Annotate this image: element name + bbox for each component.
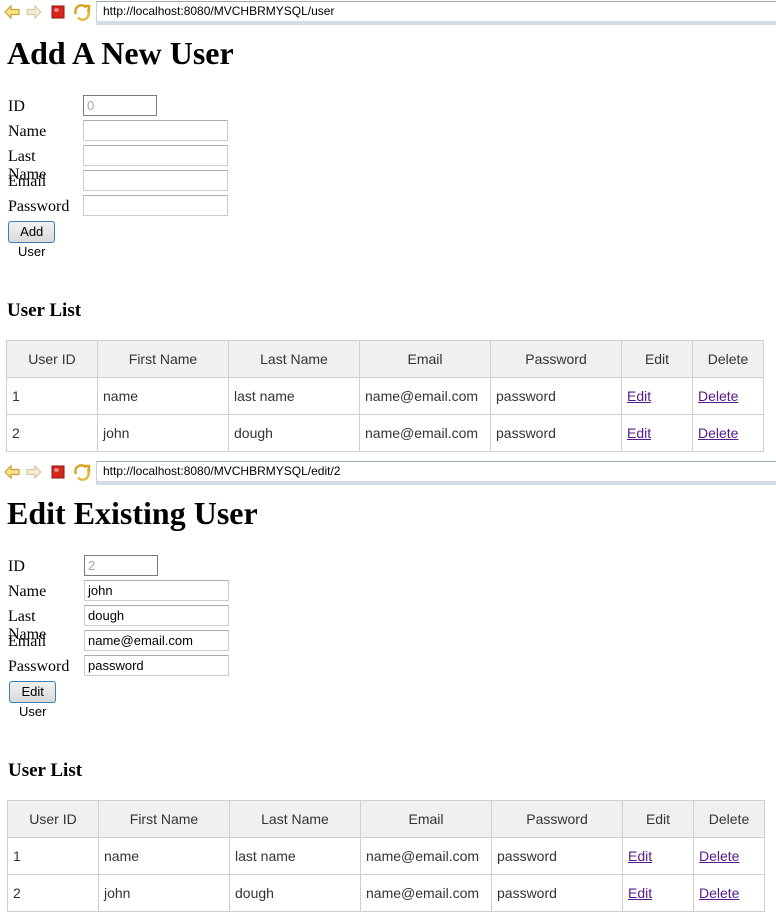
last-name-field[interactable]: [83, 145, 228, 166]
table-header-row: User ID First Name Last Name Email Passw…: [6, 340, 764, 378]
refresh-icon[interactable]: [72, 2, 92, 22]
stop-icon[interactable]: [48, 462, 68, 482]
user-list-title: User List: [8, 760, 83, 781]
column-header-user-id: User ID: [7, 800, 99, 838]
table-header-row: User ID First Name Last Name Email Passw…: [7, 800, 765, 838]
edit-user-button[interactable]: Edit User: [9, 681, 57, 719]
back-arrow-icon[interactable]: [2, 462, 22, 482]
cell-delete: Delete: [692, 377, 764, 415]
user-list-title: User List: [7, 300, 82, 321]
cell-email: name@email.com: [360, 874, 492, 912]
toolbar-divider: [96, 481, 776, 485]
back-arrow-icon[interactable]: [2, 2, 22, 22]
cell-user-id: 1: [7, 837, 99, 875]
cell-edit: Edit: [622, 874, 694, 912]
cell-first-name: name: [98, 837, 230, 875]
panel-add-user: http://localhost:8080/MVCHBRMYSQL/user A…: [0, 0, 776, 460]
cell-first-name: name: [97, 377, 229, 415]
cell-last-name: dough: [229, 874, 361, 912]
cell-user-id: 2: [6, 414, 98, 452]
add-user-button[interactable]: Add User: [8, 221, 56, 259]
email-field[interactable]: [83, 170, 228, 191]
table-row: 1 name last name name@email.com password…: [6, 377, 764, 415]
column-header-delete: Delete: [693, 800, 765, 838]
toolbar-divider: [96, 21, 776, 25]
id-field: 0: [83, 95, 157, 116]
delete-link[interactable]: Delete: [699, 848, 739, 864]
password-field[interactable]: [83, 195, 228, 216]
id-label: ID: [8, 98, 25, 115]
address-bar[interactable]: http://localhost:8080/MVCHBRMYSQL/user: [96, 1, 776, 21]
name-label: Name: [8, 123, 47, 140]
email-field[interactable]: name@email.com: [84, 630, 229, 651]
cell-password: password: [490, 414, 622, 452]
column-header-first-name: First Name: [97, 340, 229, 378]
column-header-user-id: User ID: [6, 340, 98, 378]
cell-user-id: 1: [6, 377, 98, 415]
cell-edit: Edit: [622, 837, 694, 875]
delete-link[interactable]: Delete: [698, 425, 738, 441]
column-header-edit: Edit: [621, 340, 693, 378]
browser-toolbar: http://localhost:8080/MVCHBRMYSQL/user: [0, 0, 776, 25]
email-label: Email: [8, 173, 47, 190]
cell-last-name: last name: [228, 377, 360, 415]
cell-email: name@email.com: [359, 414, 491, 452]
delete-link[interactable]: Delete: [698, 388, 738, 404]
column-header-delete: Delete: [692, 340, 764, 378]
id-field: 2: [84, 555, 158, 576]
name-label: Name: [8, 583, 47, 600]
forward-arrow-icon[interactable]: [24, 462, 44, 482]
column-header-last-name: Last Name: [229, 800, 361, 838]
column-header-password: Password: [490, 340, 622, 378]
last-name-field[interactable]: dough: [84, 605, 229, 626]
delete-link[interactable]: Delete: [699, 885, 739, 901]
column-header-last-name: Last Name: [228, 340, 360, 378]
column-header-edit: Edit: [622, 800, 694, 838]
cell-last-name: last name: [229, 837, 361, 875]
column-header-email: Email: [360, 800, 492, 838]
address-bar[interactable]: http://localhost:8080/MVCHBRMYSQL/edit/2: [96, 461, 776, 481]
password-label: Password: [8, 198, 70, 215]
cell-password: password: [491, 874, 623, 912]
column-header-email: Email: [359, 340, 491, 378]
edit-link[interactable]: Edit: [628, 848, 652, 864]
table-row: 1 name last name name@email.com password…: [7, 837, 765, 875]
page-title: Edit Existing User: [7, 495, 258, 531]
name-field[interactable]: john: [84, 580, 229, 601]
table-row: 2 john dough name@email.com password Edi…: [7, 874, 765, 912]
user-table: User ID First Name Last Name Email Passw…: [7, 800, 765, 912]
forward-arrow-icon[interactable]: [24, 2, 44, 22]
edit-link[interactable]: Edit: [627, 388, 651, 404]
panel-edit-user: http://localhost:8080/MVCHBRMYSQL/edit/2…: [0, 460, 776, 920]
password-label: Password: [8, 658, 70, 675]
email-label: Email: [8, 633, 47, 650]
refresh-icon[interactable]: [72, 462, 92, 482]
cell-email: name@email.com: [360, 837, 492, 875]
cell-password: password: [491, 837, 623, 875]
id-label: ID: [8, 558, 25, 575]
cell-delete: Delete: [693, 837, 765, 875]
cell-email: name@email.com: [359, 377, 491, 415]
edit-link[interactable]: Edit: [628, 885, 652, 901]
password-field[interactable]: password: [84, 655, 229, 676]
browser-toolbar: http://localhost:8080/MVCHBRMYSQL/edit/2: [0, 460, 776, 485]
cell-user-id: 2: [7, 874, 99, 912]
column-header-password: Password: [491, 800, 623, 838]
cell-delete: Delete: [692, 414, 764, 452]
page-title: Add A New User: [7, 35, 234, 71]
cell-edit: Edit: [621, 377, 693, 415]
table-row: 2 john dough name@email.com password Edi…: [6, 414, 764, 452]
cell-first-name: john: [97, 414, 229, 452]
cell-first-name: john: [98, 874, 230, 912]
edit-link[interactable]: Edit: [627, 425, 651, 441]
cell-delete: Delete: [693, 874, 765, 912]
cell-last-name: dough: [228, 414, 360, 452]
stop-icon[interactable]: [48, 2, 68, 22]
cell-edit: Edit: [621, 414, 693, 452]
column-header-first-name: First Name: [98, 800, 230, 838]
name-field[interactable]: [83, 120, 228, 141]
user-table: User ID First Name Last Name Email Passw…: [6, 340, 764, 452]
cell-password: password: [490, 377, 622, 415]
